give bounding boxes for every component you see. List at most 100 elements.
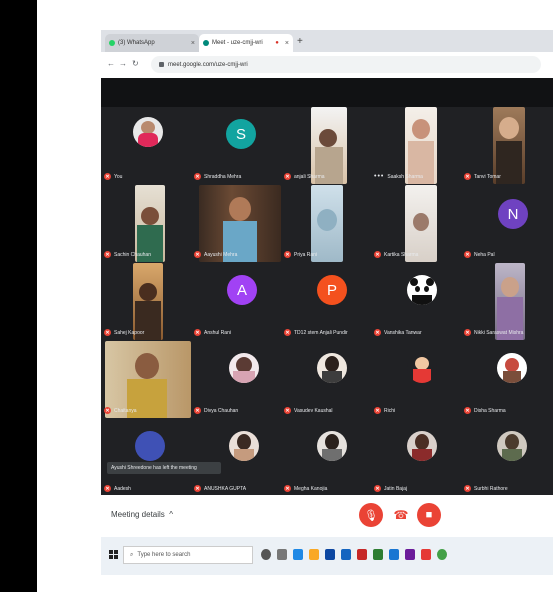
tab-whatsapp[interactable]: (3) WhatsApp × (105, 34, 199, 52)
participant-tile[interactable]: ✕ Vasudev Kaushal (281, 341, 371, 418)
participant-tile[interactable]: S ✕ Shraddha Mehra (191, 107, 281, 184)
chrome-icon[interactable] (437, 549, 447, 560)
participant-tile[interactable]: A ✕ Anshul Rani (191, 263, 281, 340)
participant-tile[interactable]: ✕ Kartika Sharma (371, 185, 461, 262)
camera-toggle-button[interactable]: ■ (417, 503, 441, 527)
participant-label: ✕ Megha Kanojia (284, 485, 327, 492)
mic-off-icon: ✕ (284, 251, 291, 258)
tab-meet[interactable]: Meet - uze-cmjj-wri ● × (199, 34, 293, 52)
participant-label: ✕ Jatin Bajaj (374, 485, 407, 492)
app-icon[interactable] (357, 549, 367, 560)
file-explorer-icon[interactable] (309, 549, 319, 560)
mic-off-icon: ✕ (194, 251, 201, 258)
participant-tile[interactable]: ✕ Vanshika Tanwar (371, 263, 461, 340)
participant-label: ✕ Vasudev Kaushal (284, 407, 333, 414)
participant-grid: ✕ You S ✕ Shraddha Mehra ✕ anjali Sharma ••… (101, 107, 553, 495)
search-placeholder: Type here to search (137, 552, 191, 558)
participant-tile[interactable]: ✕ Jatin Bajaj (371, 419, 461, 496)
new-tab-button[interactable]: + (297, 36, 303, 48)
participant-label: ✕ Surbhi Rathore (464, 485, 508, 492)
participant-tile[interactable]: ✕ Sachin Chauhan (101, 185, 191, 262)
participant-name: Kartika Sharma (384, 251, 419, 258)
participant-tile[interactable]: ✕ Aayushi Mehra (191, 185, 281, 262)
search-icon: ⌕ (130, 551, 134, 558)
app-icon[interactable] (373, 549, 383, 560)
task-view-icon[interactable] (277, 549, 287, 560)
app-icon[interactable] (421, 549, 431, 560)
close-icon[interactable]: × (191, 40, 195, 47)
taskbar-search-box[interactable]: ⌕ Type here to search (123, 546, 253, 564)
participant-label: ✕ ANUSHKA GUPTA (194, 485, 246, 492)
tab-strip: (3) WhatsApp × Meet - uze-cmjj-wri ● × + (101, 30, 553, 52)
store-icon[interactable] (325, 549, 335, 560)
reload-icon[interactable]: ↻ (132, 59, 139, 69)
participant-name: Shraddha Mehra (204, 173, 242, 180)
participant-tile[interactable]: ✕ Tanvi Tomar (461, 107, 551, 184)
mic-off-icon: ✕ (104, 407, 111, 414)
participant-label: ✕ Shraddha Mehra (194, 173, 241, 180)
close-icon[interactable]: × (285, 40, 289, 47)
participant-tile[interactable]: N ✕ Neha Pal (461, 185, 551, 262)
participant-tile[interactable]: ✕ Divya Chauhan (191, 341, 281, 418)
participant-label: ✕ Neha Pal (464, 251, 495, 258)
participant-tile[interactable]: ✕ Richi (371, 341, 461, 418)
mic-off-icon: ✕ (464, 173, 471, 180)
participant-tile[interactable]: ✕ Nikki Saraswat Mishra (461, 263, 551, 340)
meet-icon (203, 40, 209, 46)
meeting-details-label: Meeting details (111, 510, 165, 519)
participant-label: ✕ Priya Rani (284, 251, 317, 258)
mail-icon[interactable] (341, 549, 351, 560)
participant-tile[interactable]: P ✕ TD12 stem Anjali Pundir (281, 263, 371, 340)
avatar: A (227, 275, 257, 305)
participant-tile[interactable]: ✕ Sahej Kapoor (101, 263, 191, 340)
leave-call-button[interactable]: ☎ (389, 503, 413, 527)
screen: (3) WhatsApp × Meet - uze-cmjj-wri ● × +… (101, 30, 553, 575)
participant-name: Aadesh (114, 485, 131, 492)
mic-off-icon: ✕ (374, 485, 381, 492)
mic-off-icon: ✕ (194, 407, 201, 414)
participant-name: Divya Chauhan (204, 407, 239, 414)
mic-off-icon: ✕ (104, 485, 111, 492)
participant-label: ✕ Disha Sharma (464, 407, 506, 414)
windows-taskbar: ⌕ Type here to search (101, 537, 553, 575)
participant-label: ✕ Sachin Chauhan (104, 251, 151, 258)
participant-tile[interactable]: ✕ Aadesh (101, 419, 191, 496)
recording-icon: ● (275, 40, 279, 46)
mic-off-icon: ✕ (464, 329, 471, 336)
participant-tile[interactable]: ✕ Disha Sharma (461, 341, 551, 418)
mic-toggle-button[interactable]: 🎙 (359, 503, 383, 527)
mic-off-icon: ✕ (464, 485, 471, 492)
cartoon-avatar-icon (407, 353, 437, 383)
forward-icon[interactable]: → (119, 59, 127, 69)
participant-tile[interactable]: ••• Saaksh Sharma (371, 107, 461, 184)
participant-tile[interactable]: ✕ Priya Rani (281, 185, 371, 262)
tab-label: Meet - uze-cmjj-wri (212, 40, 263, 46)
word-icon[interactable] (389, 549, 399, 560)
mic-off-icon: 🎙 (364, 509, 378, 522)
cortana-icon[interactable] (261, 549, 271, 560)
windows-start-icon[interactable] (109, 550, 119, 560)
back-icon[interactable]: ← (107, 59, 115, 69)
participant-name: Chaitanya (114, 407, 137, 414)
participant-name: Anshul Rani (204, 329, 231, 336)
mic-off-icon: ✕ (464, 407, 471, 414)
participant-tile[interactable]: ✕ ANUSHKA GUPTA (191, 419, 281, 496)
meeting-details-button[interactable]: Meeting details ^ (111, 510, 173, 519)
participant-tile[interactable]: ✕ You (101, 107, 191, 184)
avatar: N (498, 199, 528, 229)
participant-tile[interactable]: ✕ anjali Sharma (281, 107, 371, 184)
participant-label: ✕ Divya Chauhan (194, 407, 238, 414)
participant-name: anjali Sharma (294, 173, 325, 180)
avatar (407, 431, 437, 461)
address-bar[interactable]: meet.google.com/uze-cmjj-wri (151, 56, 541, 73)
participant-tile[interactable]: ✕ Megha Kanojia (281, 419, 371, 496)
edge-icon[interactable] (293, 549, 303, 560)
participant-name: ANUSHKA GUPTA (204, 485, 247, 492)
participant-name: Megha Kanojia (294, 485, 328, 492)
mic-off-icon: ✕ (104, 251, 111, 258)
more-icon: ••• (374, 173, 385, 180)
participant-label: ✕ Vanshika Tanwar (374, 329, 422, 336)
app-icon[interactable] (405, 549, 415, 560)
participant-tile[interactable]: ✕ Chaitanya (101, 341, 191, 418)
participant-tile[interactable]: ✕ Surbhi Rathore (461, 419, 551, 496)
